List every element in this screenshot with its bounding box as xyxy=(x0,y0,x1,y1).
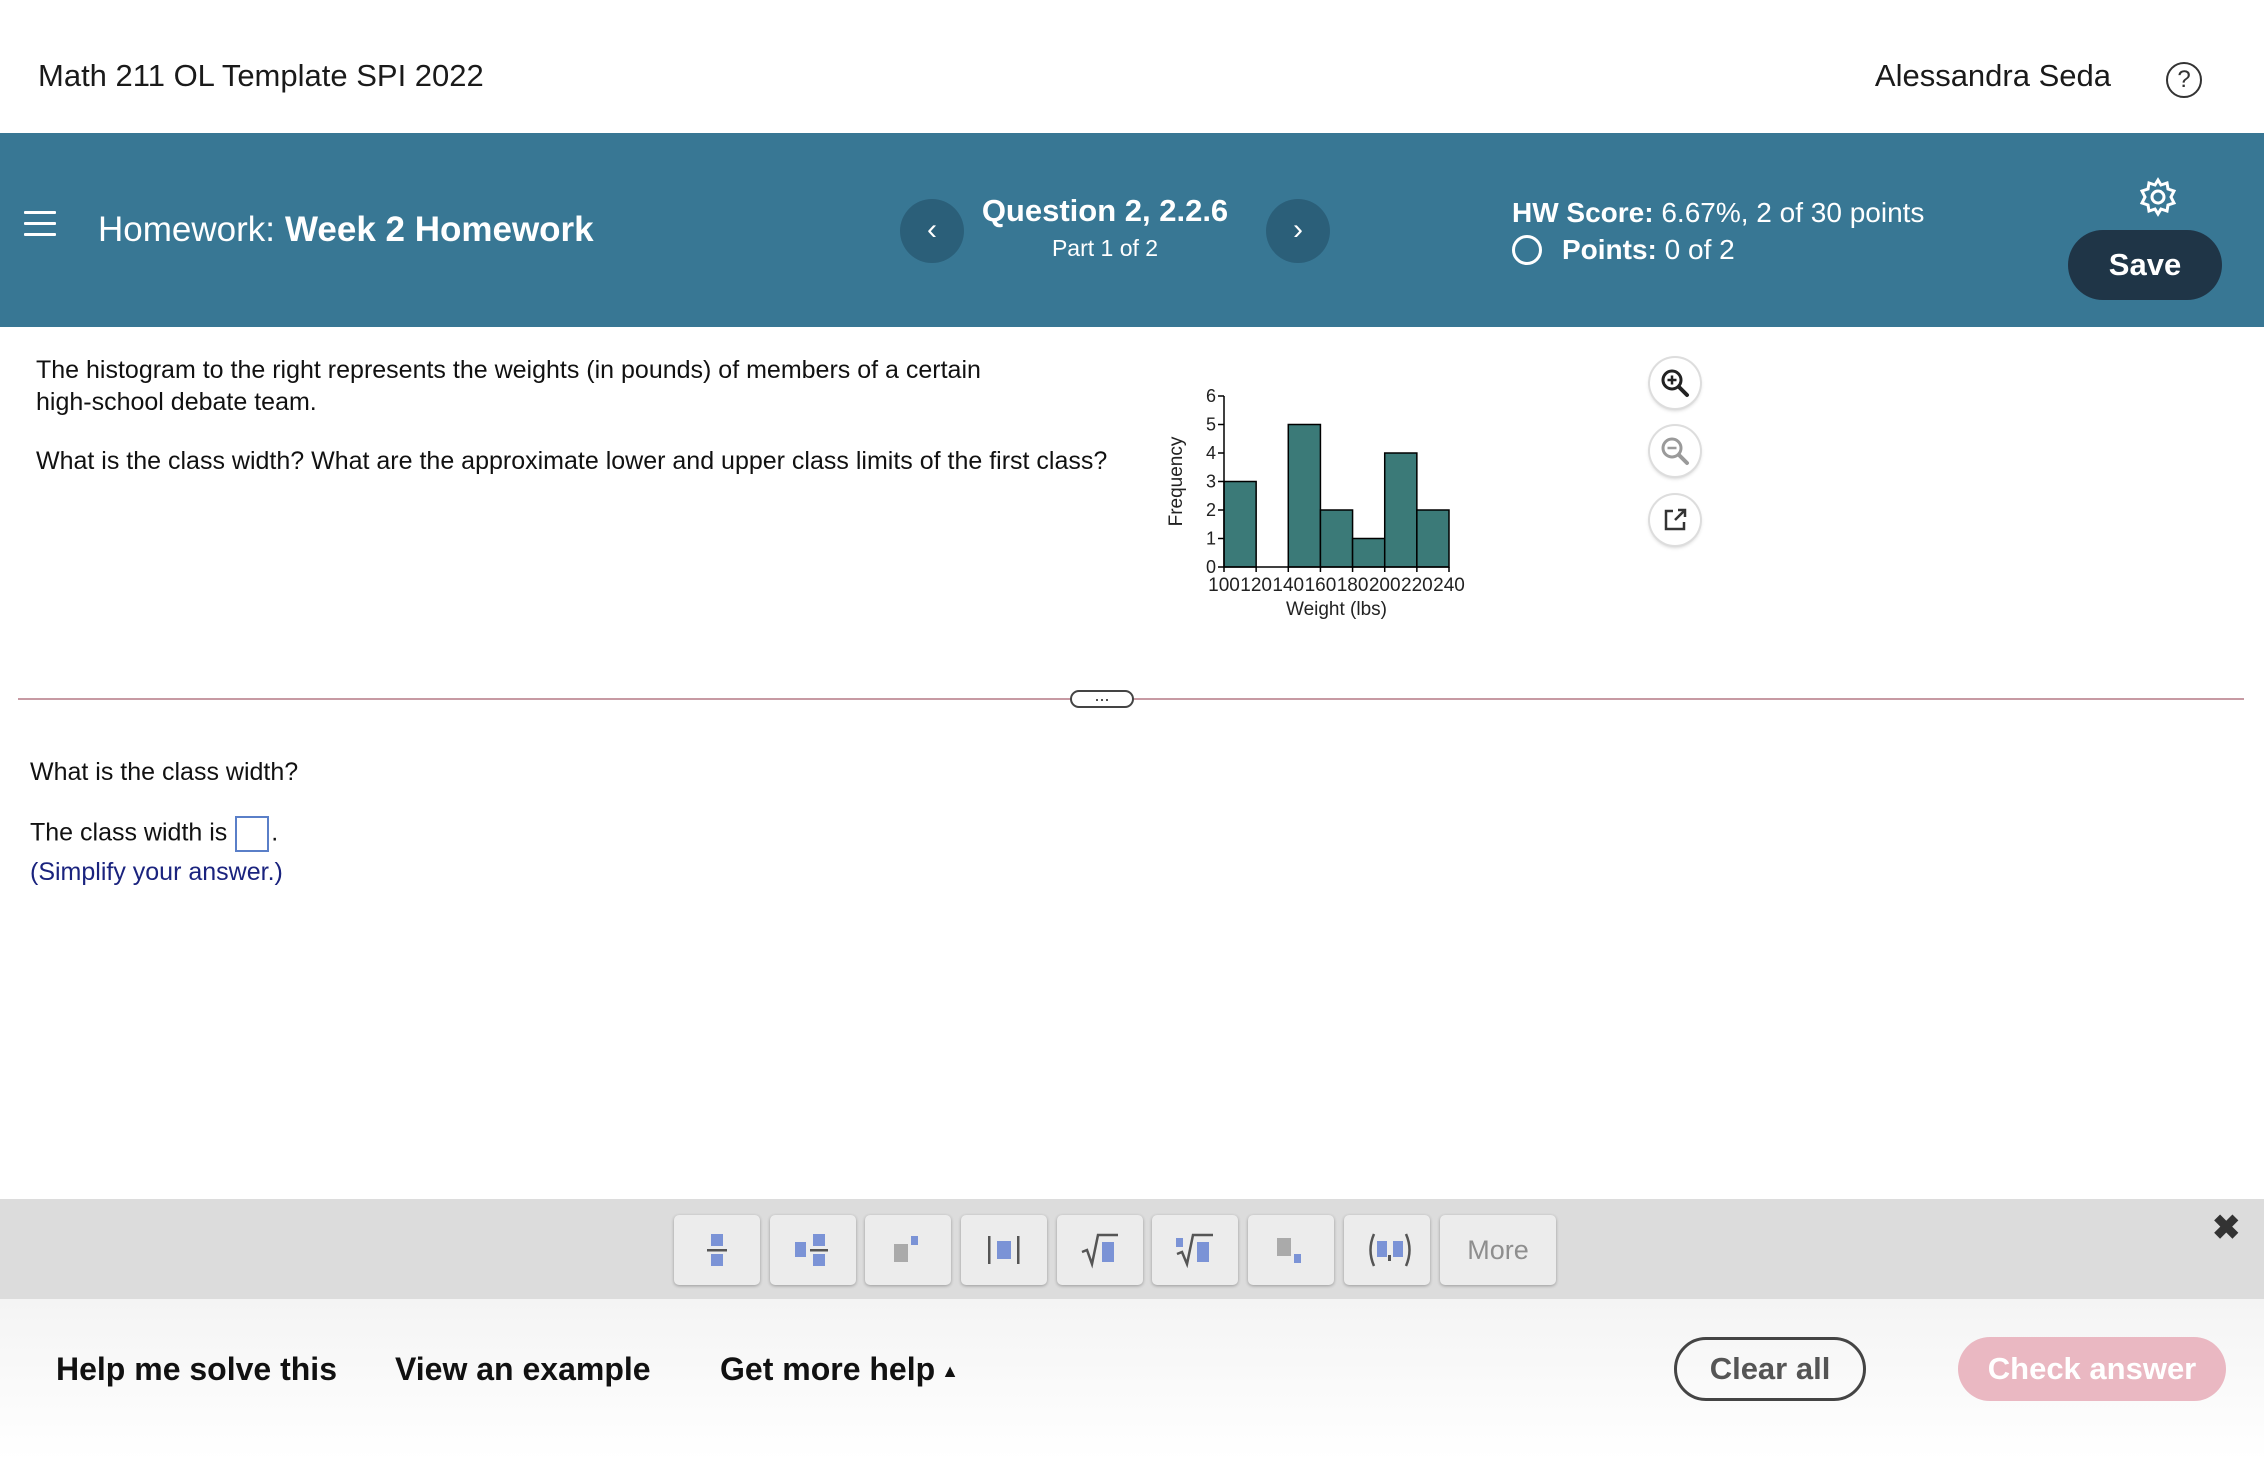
hw-score-label: HW Score: xyxy=(1512,197,1654,228)
question-text-line-1: The histogram to the right represents th… xyxy=(36,356,981,384)
hw-score-value: 6.67%, 2 of 30 points xyxy=(1661,197,1925,228)
view-example-button[interactable]: View an example xyxy=(395,1351,651,1388)
histogram-bar xyxy=(1287,423,1322,568)
x-tick-label: 140 xyxy=(1272,575,1304,596)
zoom-out-button[interactable] xyxy=(1650,426,1700,476)
nth-root-icon xyxy=(1176,1233,1213,1269)
y-tick-label: 6 xyxy=(1206,386,1216,406)
get-more-help-label: Get more help xyxy=(720,1351,936,1387)
points-value: 0 of 2 xyxy=(1664,234,1735,265)
question-title: Question 2, 2.2.6 xyxy=(981,193,1229,228)
x-tick-label: 200 xyxy=(1369,575,1401,596)
ordered-pair-icon xyxy=(1369,1233,1411,1267)
y-tick-label: 4 xyxy=(1206,443,1216,463)
hamburger-menu-icon[interactable] xyxy=(24,211,56,239)
absolute-value-icon xyxy=(988,1236,1020,1264)
y-tick-label: 1 xyxy=(1206,529,1216,549)
homework-label: Homework: xyxy=(98,210,275,249)
question-text-line-2: high-school debate team. xyxy=(36,388,317,416)
square-root-icon xyxy=(1081,1233,1118,1269)
class-width-input[interactable] xyxy=(235,816,270,852)
histogram-bar xyxy=(1383,452,1418,568)
top-header: Math 211 OL Template SPI 2022 Alessandra… xyxy=(0,0,2264,133)
answer-sentence-start: The class width is xyxy=(30,818,228,847)
fraction-icon xyxy=(707,1234,727,1266)
zoom-out-icon xyxy=(1661,437,1689,465)
x-tick-label: 240 xyxy=(1433,575,1465,596)
question-text-line-3: What is the class width? What are the ap… xyxy=(36,447,1108,475)
subscript-button[interactable] xyxy=(1248,1215,1334,1285)
exponent-icon xyxy=(894,1236,918,1262)
mixed-number-icon xyxy=(795,1234,828,1266)
subscript-icon xyxy=(1277,1238,1301,1263)
x-axis-label: Weight (lbs) xyxy=(1286,599,1387,620)
help-me-solve-button[interactable]: Help me solve this xyxy=(56,1351,337,1388)
homework-title: Homework: Week 2 Homework xyxy=(98,210,594,250)
question-part: Part 1 of 2 xyxy=(1051,235,1159,261)
next-question-button[interactable]: › xyxy=(1266,199,1330,263)
square-root-button[interactable] xyxy=(1057,1215,1143,1285)
y-tick-label: 3 xyxy=(1206,472,1216,492)
gear-icon[interactable] xyxy=(2138,177,2178,217)
zoom-in-button[interactable] xyxy=(1650,358,1700,408)
x-tick-label: 220 xyxy=(1401,575,1433,596)
histogram-bar xyxy=(1416,509,1450,568)
x-tick-label: 120 xyxy=(1240,575,1272,596)
caret-up-icon: ▲ xyxy=(941,1361,959,1382)
zoom-in-icon xyxy=(1661,369,1689,397)
answer-hint: (Simplify your answer.) xyxy=(30,858,283,886)
clear-all-button[interactable]: Clear all xyxy=(1674,1337,1866,1401)
x-tick-label: 100 xyxy=(1208,575,1240,596)
math-toolbar: More xyxy=(0,1199,2264,1299)
points-status-icon xyxy=(1512,235,1542,265)
answer-prompt: What is the class width? xyxy=(30,758,299,786)
fraction-button[interactable] xyxy=(674,1215,760,1285)
course-title: Math 211 OL Template SPI 2022 xyxy=(38,58,484,93)
save-button[interactable]: Save xyxy=(2068,230,2222,300)
help-icon[interactable]: ? xyxy=(2166,62,2202,98)
divider-handle-icon[interactable]: ... xyxy=(1070,686,1134,708)
mixed-number-button[interactable] xyxy=(770,1215,856,1285)
answer-sentence: The class width is. xyxy=(30,816,278,852)
histogram-bar xyxy=(1351,537,1386,568)
histogram-bar xyxy=(1223,480,1257,568)
close-toolbar-icon[interactable]: ✖ xyxy=(2212,1208,2241,1248)
external-link-icon xyxy=(1664,508,1687,531)
popout-button[interactable] xyxy=(1650,495,1700,545)
y-tick-label: 2 xyxy=(1206,500,1216,520)
answer-sentence-end: . xyxy=(271,818,279,847)
nth-root-button[interactable] xyxy=(1152,1215,1238,1285)
y-tick-label: 0 xyxy=(1206,557,1216,577)
homework-banner: Homework: Week 2 Homework ‹ Question 2, 2… xyxy=(0,133,2264,327)
help-footer: Help me solve this View an example Get m… xyxy=(0,1299,2264,1460)
points: Points: 0 of 2 xyxy=(1512,234,1735,266)
exponent-button[interactable] xyxy=(865,1215,951,1285)
more-tools-button[interactable]: More xyxy=(1440,1215,1556,1285)
hw-score: HW Score: 6.67%, 2 of 30 points xyxy=(1512,197,1924,229)
x-tick-label: 180 xyxy=(1337,575,1369,596)
points-label: Points: xyxy=(1562,234,1657,265)
histogram-chart: 0 1 2 3 4 5 6 100 120 140 160 180 200 220 240 Weight (l… xyxy=(1166,386,1465,620)
homework-name: Week 2 Homework xyxy=(284,210,594,249)
ordered-pair-button[interactable] xyxy=(1344,1215,1430,1285)
histogram-bar xyxy=(1319,509,1354,568)
y-axis-label: Frequency xyxy=(1166,436,1187,526)
x-tick-label: 160 xyxy=(1305,575,1337,596)
user-name[interactable]: Alessandra Seda xyxy=(1875,58,2111,94)
y-tick-label: 5 xyxy=(1206,415,1216,435)
check-answer-button[interactable]: Check answer xyxy=(1958,1337,2226,1401)
get-more-help-button[interactable]: Get more help ▲ xyxy=(720,1351,959,1388)
absolute-value-button[interactable] xyxy=(961,1215,1047,1285)
